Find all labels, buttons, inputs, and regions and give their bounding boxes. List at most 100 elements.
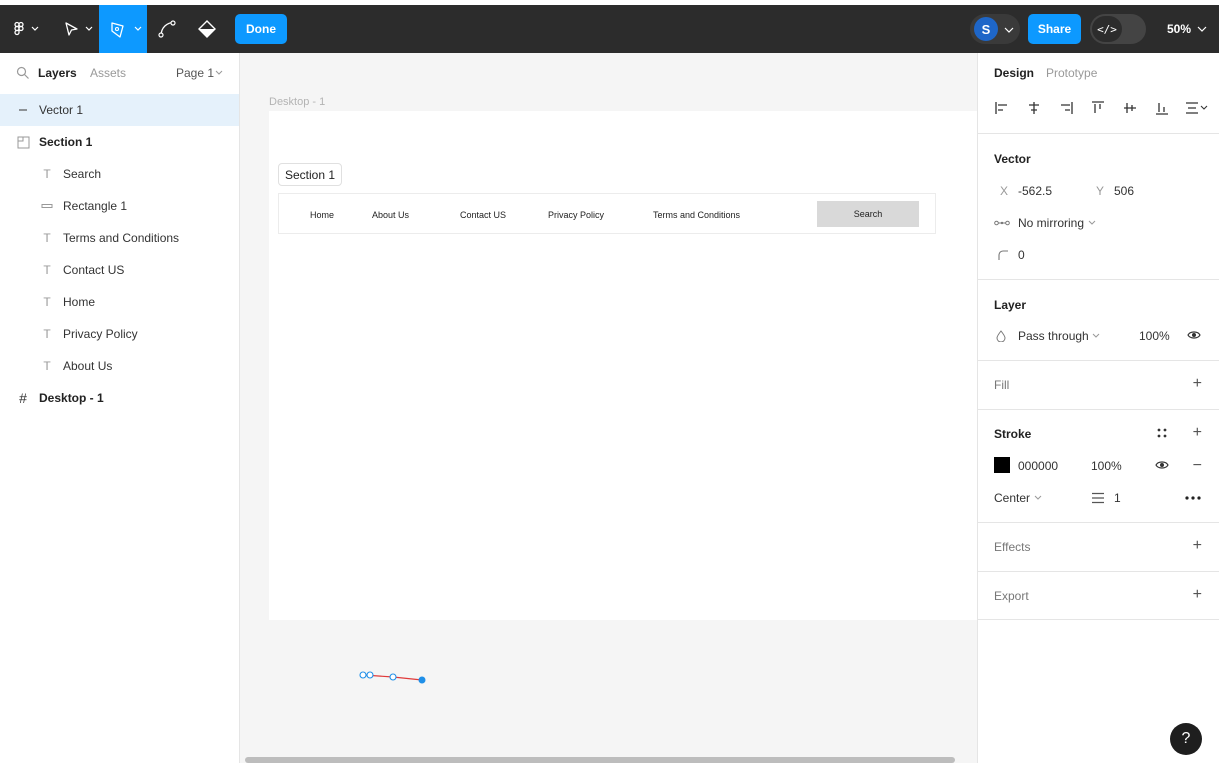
stroke-hex-input[interactable]: 000000	[1018, 459, 1058, 473]
layer-label: Privacy Policy	[63, 327, 138, 341]
stroke-color-swatch[interactable]	[994, 457, 1010, 473]
layer-row-vector-1[interactable]: Vector 1	[0, 94, 239, 126]
paint-bucket-button[interactable]	[190, 5, 224, 53]
vector-handle[interactable]	[359, 671, 367, 679]
help-button[interactable]: ?	[1170, 723, 1202, 755]
remove-stroke-icon[interactable]: −	[1193, 458, 1202, 474]
nav-search-rectangle[interactable]: Search	[817, 201, 919, 227]
layer-row-rectangle-1[interactable]: Rectangle 1	[0, 190, 239, 222]
stroke-weight-input[interactable]: 1	[1114, 491, 1121, 505]
canvas[interactable]: Desktop - 1 Section 1 Home About Us Cont…	[240, 53, 977, 763]
nav-terms-text[interactable]: Terms and Conditions	[653, 210, 740, 220]
frame-label[interactable]: Desktop - 1	[269, 96, 325, 108]
x-input[interactable]: -562.5	[1018, 184, 1052, 198]
eye-icon[interactable]	[1155, 460, 1169, 470]
layer-row-terms[interactable]: T Terms and Conditions	[0, 222, 239, 254]
properties-panel: Design Prototype Vector X -562.5 Y 506 N…	[977, 53, 1219, 763]
layer-label: Contact US	[63, 263, 125, 277]
more-options-icon[interactable]	[1185, 496, 1201, 500]
distribute-icon[interactable]	[1184, 100, 1208, 116]
text-icon: T	[43, 295, 51, 309]
nav-search-text[interactable]: Search	[854, 209, 883, 219]
zoom-dropdown[interactable]: 50%	[1167, 5, 1207, 53]
done-button[interactable]: Done	[235, 14, 287, 44]
blend-mode-dropdown[interactable]: Pass through	[1018, 329, 1089, 343]
cursor-arrow-icon	[65, 22, 93, 36]
move-tool-button[interactable]	[56, 5, 96, 53]
page-selector[interactable]: Page 1	[176, 66, 214, 80]
desktop-frame[interactable]	[269, 111, 977, 620]
tab-prototype[interactable]: Prototype	[1046, 66, 1097, 80]
nav-privacy-text[interactable]: Privacy Policy	[548, 210, 604, 220]
bend-curve-icon	[158, 20, 176, 38]
eye-icon[interactable]	[1187, 330, 1201, 340]
layer-label: Section 1	[39, 135, 93, 149]
figma-logo-icon	[14, 21, 39, 36]
layer-row-contact[interactable]: T Contact US	[0, 254, 239, 286]
tab-layers[interactable]: Layers	[38, 66, 77, 80]
style-grid-icon[interactable]	[1156, 427, 1168, 439]
share-button[interactable]: Share	[1028, 14, 1081, 44]
y-input[interactable]: 506	[1114, 184, 1134, 198]
chevron-down-icon	[1197, 26, 1207, 32]
text-icon: T	[43, 359, 51, 373]
section-label[interactable]: Section 1	[278, 163, 343, 186]
stroke-title: Stroke	[994, 427, 1032, 441]
search-icon[interactable]	[16, 66, 30, 80]
layer-row-search[interactable]: T Search	[0, 158, 239, 190]
main-menu-button[interactable]	[6, 5, 44, 53]
fill-title: Fill	[994, 378, 1010, 392]
stroke-position-dropdown[interactable]: Center	[994, 491, 1030, 505]
nav-home-text[interactable]: Home	[310, 210, 334, 220]
align-top-icon[interactable]	[1090, 100, 1106, 116]
chevron-down-icon	[1088, 220, 1096, 225]
stroke-opacity-input[interactable]: 100%	[1091, 459, 1122, 473]
layer-row-privacy[interactable]: T Privacy Policy	[0, 318, 239, 350]
x-label: X	[1000, 184, 1009, 198]
vector-title: Vector	[994, 152, 1031, 166]
tab-design[interactable]: Design	[994, 66, 1034, 80]
layer-label: Vector 1	[39, 103, 84, 117]
layer-row-home[interactable]: T Home	[0, 286, 239, 318]
layer-row-section-1[interactable]: Section 1	[0, 126, 239, 158]
add-effect-icon[interactable]: +	[1193, 538, 1202, 554]
chevron-down-icon	[1034, 495, 1042, 500]
layer-section: Layer Pass through 100%	[978, 279, 1219, 360]
add-stroke-icon[interactable]: +	[1193, 425, 1202, 441]
bend-tool-button[interactable]	[150, 5, 184, 53]
vector-handle[interactable]	[366, 671, 374, 679]
multiplayer-avatar-menu[interactable]: S	[970, 14, 1020, 44]
layer-label: Terms and Conditions	[63, 231, 180, 245]
frame-icon: #	[19, 390, 27, 406]
chevron-down-icon	[1092, 333, 1100, 338]
effects-section: Effects +	[978, 522, 1219, 571]
align-left-icon[interactable]	[994, 100, 1010, 116]
avatar[interactable]: S	[974, 17, 998, 41]
add-export-icon[interactable]: +	[1193, 587, 1202, 603]
mirroring-dropdown[interactable]: No mirroring	[1018, 216, 1084, 230]
nav-about-text[interactable]: About Us	[372, 210, 409, 220]
align-bottom-icon[interactable]	[1154, 100, 1170, 116]
layer-opacity-input[interactable]: 100%	[1139, 329, 1170, 343]
alignment-toolbar	[994, 100, 1208, 118]
layer-label: About Us	[63, 359, 113, 373]
align-horizontal-center-icon[interactable]	[1026, 100, 1042, 116]
layer-row-about[interactable]: T About Us	[0, 350, 239, 382]
vector-node-selected[interactable]	[418, 676, 426, 684]
align-vertical-center-icon[interactable]	[1122, 100, 1138, 116]
vector-path[interactable]	[355, 665, 435, 689]
pen-tool-button[interactable]	[99, 5, 147, 53]
corner-radius-input[interactable]: 0	[1018, 248, 1025, 262]
vector-node[interactable]	[389, 673, 397, 681]
mirroring-icon	[994, 220, 1010, 226]
horizontal-scrollbar[interactable]	[245, 757, 955, 763]
add-fill-icon[interactable]: +	[1193, 376, 1202, 392]
tab-assets[interactable]: Assets	[90, 66, 126, 80]
effects-title: Effects	[994, 540, 1031, 554]
layer-row-desktop-1[interactable]: # Desktop - 1	[0, 382, 239, 414]
nav-contact-text[interactable]: Contact US	[460, 210, 506, 220]
align-right-icon[interactable]	[1058, 100, 1074, 116]
section-icon	[16, 135, 30, 149]
dev-mode-toggle[interactable]: </>	[1090, 14, 1146, 44]
toolbar: Done S Share </> 50%	[0, 5, 1219, 53]
